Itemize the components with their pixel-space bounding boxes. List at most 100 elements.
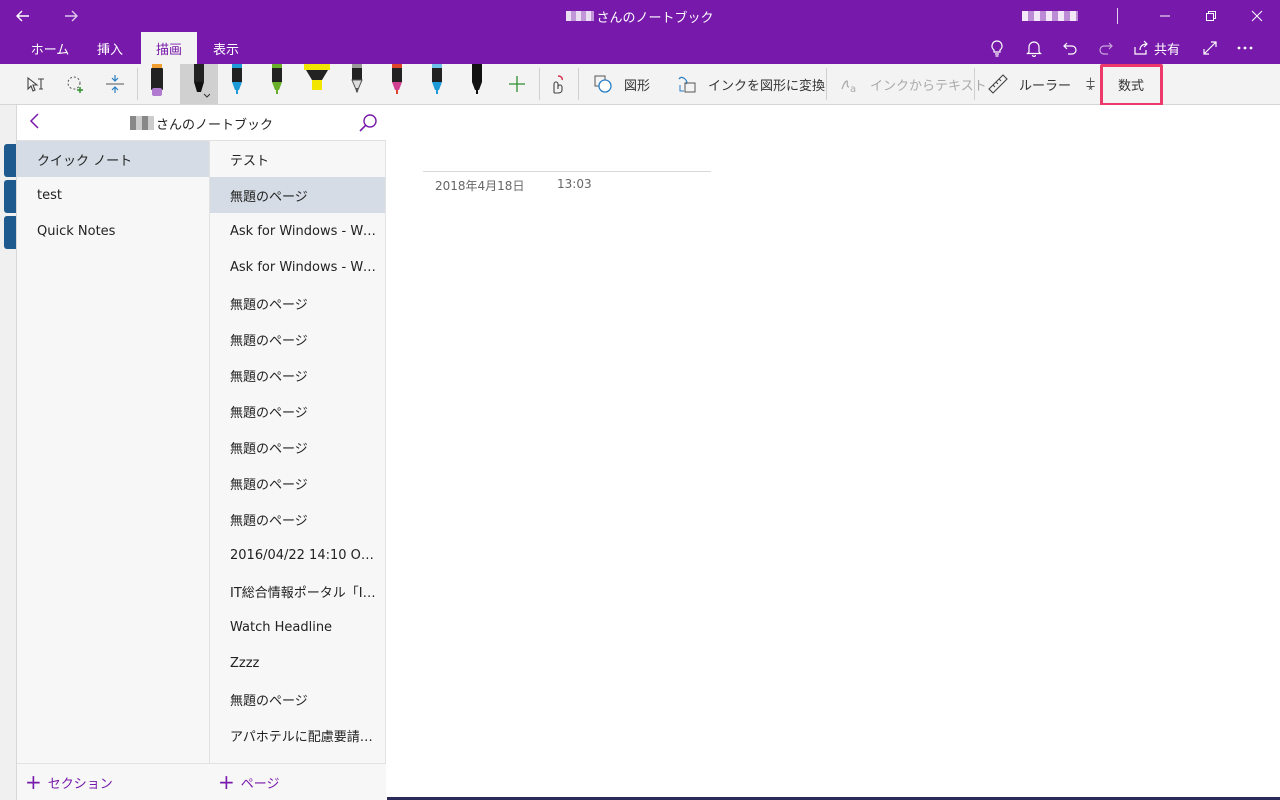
- tab-home[interactable]: ホーム: [22, 32, 78, 64]
- add-section-label: セクション: [47, 776, 113, 792]
- blue-pen-2[interactable]: [422, 64, 452, 104]
- page-item-label: アパホテルに配慮要請＝...: [230, 729, 377, 745]
- bell-icon[interactable]: [1022, 32, 1046, 64]
- page-item[interactable]: 無題のページ: [210, 429, 385, 465]
- toolbar-divider: [974, 68, 975, 100]
- redo-icon[interactable]: [1094, 32, 1118, 64]
- galaxy-pen[interactable]: [382, 64, 412, 104]
- page-item[interactable]: 無題のページ: [210, 501, 385, 537]
- ruler-icon: [988, 74, 1008, 94]
- page-item[interactable]: 無題のページ: [210, 681, 385, 717]
- page-item[interactable]: 無題のページ: [210, 285, 385, 321]
- touch-draw-icon[interactable]: [546, 64, 572, 104]
- tab-insert[interactable]: 挿入: [86, 32, 134, 64]
- page-item[interactable]: Ask for Windows - Win...: [210, 213, 385, 249]
- add-pen-icon[interactable]: [506, 64, 530, 104]
- section-item[interactable]: test: [17, 177, 209, 213]
- section-list: クイック ノート test Quick Notes: [17, 141, 210, 763]
- page-item-label: 無題のページ: [230, 441, 308, 457]
- pencil-gray[interactable]: [342, 64, 372, 104]
- section-color-tab[interactable]: [4, 216, 16, 249]
- green-pen[interactable]: [262, 64, 292, 104]
- page-item[interactable]: IT総合情報ポータル「ITm...: [210, 573, 385, 609]
- black-pen-selected[interactable]: [180, 64, 218, 104]
- type-select-icon[interactable]: [24, 64, 48, 104]
- chevron-left-icon[interactable]: [27, 111, 41, 136]
- plus-icon: +: [218, 770, 235, 794]
- notebook-strip: [0, 105, 17, 800]
- lasso-select-icon[interactable]: [64, 64, 88, 104]
- notebook-name[interactable]: さんのノートブック: [17, 105, 386, 141]
- lightbulb-icon[interactable]: [985, 32, 1009, 64]
- share-button[interactable]: 共有: [1132, 32, 1186, 64]
- tab-view[interactable]: 表示: [202, 32, 250, 64]
- page-item-label: 無題のページ: [230, 369, 308, 385]
- yellow-highlighter[interactable]: [300, 64, 334, 104]
- more-options-icon[interactable]: [1233, 32, 1257, 64]
- page-item[interactable]: Watch Headline: [210, 609, 385, 645]
- page-item[interactable]: 無題のページ: [210, 177, 385, 213]
- share-icon: [1134, 40, 1148, 55]
- page-item-label: 無題のページ: [230, 405, 308, 421]
- page-item-label: IT総合情報ポータル「ITm...: [230, 585, 377, 601]
- page-item-label: Ask for Windows - Win...: [230, 223, 377, 239]
- page-item-label: Zzzz: [230, 655, 260, 671]
- page-canvas[interactable]: 2018年4月18日 13:03: [387, 105, 1280, 800]
- page-item[interactable]: 無題のページ: [210, 393, 385, 429]
- tab-draw[interactable]: 描画: [141, 32, 197, 64]
- page-item-label: 無題のページ: [230, 333, 308, 349]
- search-icon[interactable]: [358, 113, 378, 137]
- ruler-button[interactable]: ルーラー: [987, 64, 1071, 104]
- svg-text:a: a: [850, 84, 856, 95]
- page-date: 2018年4月18日: [435, 179, 525, 193]
- black-pen-2[interactable]: [462, 64, 492, 104]
- page-item-label: テスト: [230, 153, 270, 169]
- ruler-label: ルーラー: [1019, 78, 1072, 94]
- page-item[interactable]: 2016/04/22 14:10 Offic...: [210, 537, 385, 573]
- section-color-tab[interactable]: [4, 180, 16, 213]
- page-item[interactable]: アパホテルに配慮要請＝...: [210, 717, 385, 753]
- titlebar-divider: [1117, 8, 1118, 24]
- restore-icon[interactable]: [1196, 0, 1226, 32]
- fullscreen-icon[interactable]: [1198, 32, 1222, 64]
- page-item-label: 無題のページ: [230, 297, 308, 313]
- section-item[interactable]: Quick Notes: [17, 213, 209, 249]
- shapes-button[interactable]: 図形: [592, 64, 650, 104]
- page-item[interactable]: 無題のページ: [210, 321, 385, 357]
- insert-space-icon[interactable]: [104, 64, 128, 104]
- page-item[interactable]: 無題のページ: [210, 357, 385, 393]
- redacted-name: [129, 116, 154, 130]
- title-bar: さんのノートブック: [0, 0, 1280, 32]
- user-account[interactable]: [1022, 11, 1078, 21]
- page-item-label: 無題のページ: [230, 477, 308, 493]
- ink-to-shape-button[interactable]: インクを図形に変換: [676, 64, 825, 104]
- page-item[interactable]: Zzzz: [210, 645, 385, 681]
- add-page-button[interactable]: + ページ: [210, 763, 386, 800]
- ink-to-text-button[interactable]: a インクからテキスト: [838, 64, 987, 104]
- shapes-label: 図形: [624, 78, 651, 94]
- minimize-icon[interactable]: [1150, 0, 1180, 32]
- ink-to-shape-label: インクを図形に変換: [708, 78, 826, 94]
- window-title-text: さんのノートブック: [596, 10, 714, 26]
- page-item-label: 無題のページ: [230, 189, 308, 205]
- share-label: 共有: [1154, 42, 1181, 58]
- redacted-name: [566, 11, 595, 21]
- shapes-icon: [594, 75, 612, 93]
- page-item[interactable]: 無題のページ: [210, 465, 385, 501]
- page-title-field[interactable]: [423, 171, 711, 172]
- draw-toolbar: 図形 インクを図形に変換 a インクからテキスト ルーラー 数式: [0, 64, 1280, 105]
- page-item[interactable]: Ask for Windows - Win...: [210, 249, 385, 285]
- section-color-tab[interactable]: [4, 144, 16, 177]
- page-time: 13:03: [557, 177, 592, 191]
- close-icon[interactable]: [1242, 0, 1272, 32]
- add-section-button[interactable]: + セクション: [17, 763, 210, 800]
- toolbar-divider: [826, 68, 827, 100]
- section-item[interactable]: クイック ノート: [17, 141, 209, 177]
- page-item[interactable]: テスト: [210, 141, 385, 177]
- undo-icon[interactable]: [1058, 32, 1082, 64]
- page-item-label: Ask for Windows - Win...: [230, 259, 377, 275]
- ribbon-tabs: ホーム 挿入 描画 表示 共有: [0, 32, 1280, 64]
- page-item-label: 無題のページ: [230, 513, 308, 529]
- highlighter-purple-pen[interactable]: [142, 64, 172, 104]
- blue-pen[interactable]: [222, 64, 252, 104]
